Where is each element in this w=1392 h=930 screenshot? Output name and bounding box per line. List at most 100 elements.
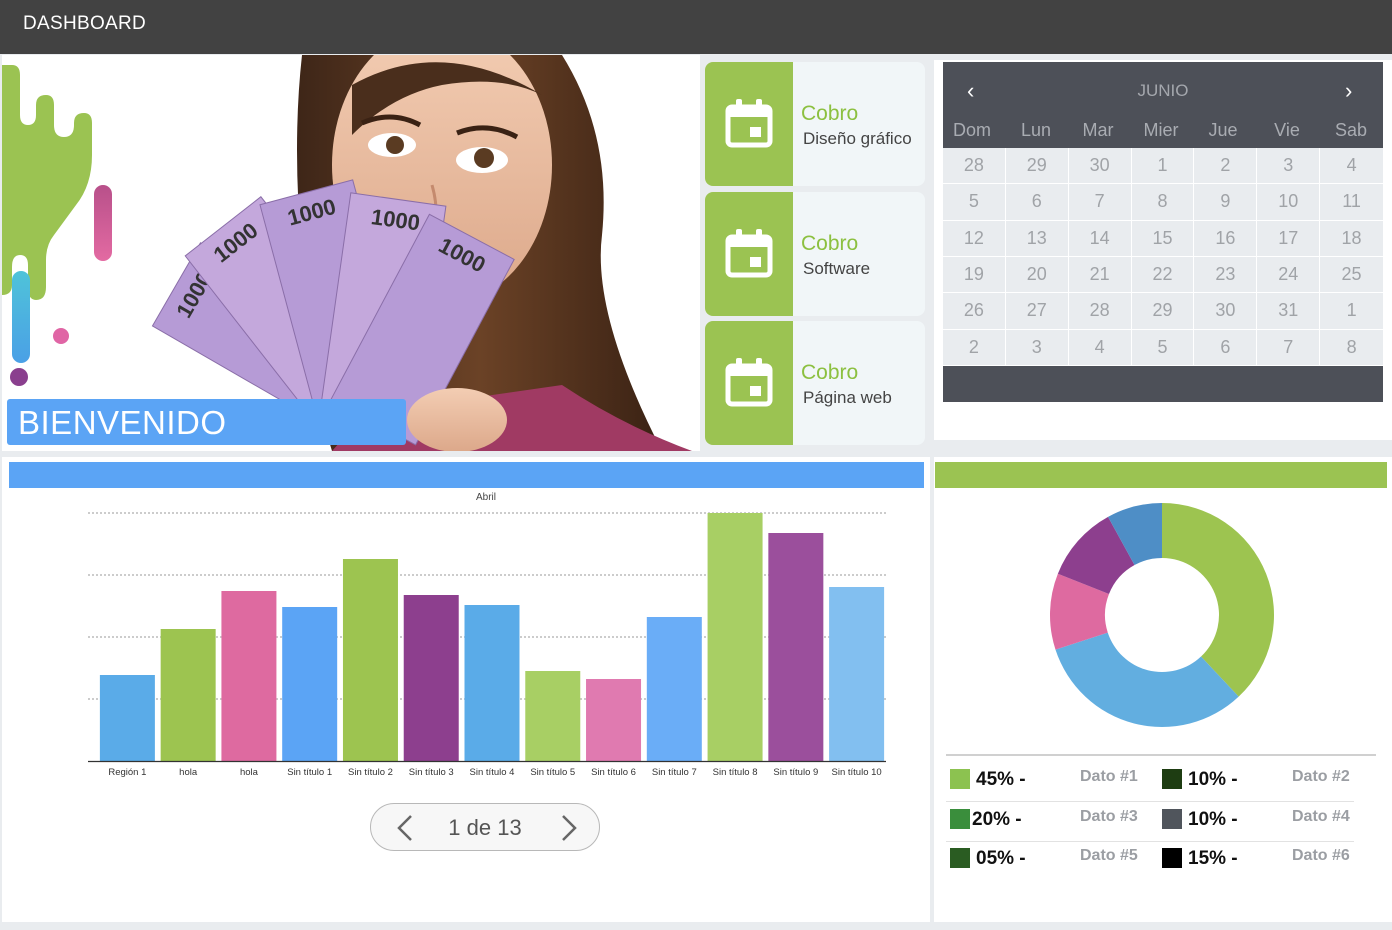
- calendar-day[interactable]: 7: [1257, 329, 1321, 366]
- calendar-day[interactable]: 24: [1257, 256, 1321, 294]
- x-tick-label: Sin título 2: [348, 767, 393, 778]
- bar[interactable]: [221, 591, 277, 761]
- bar[interactable]: [160, 629, 216, 761]
- cobro-subtitle: Página web: [803, 388, 892, 407]
- cobro-card-diseno[interactable]: Cobro Diseño gráfico: [705, 62, 925, 186]
- chart-title: Abril: [476, 492, 496, 503]
- bar[interactable]: [768, 533, 824, 761]
- calendar-day[interactable]: 3: [1257, 148, 1321, 185]
- bar[interactable]: [282, 607, 338, 761]
- calendar-day[interactable]: 1: [1131, 148, 1195, 185]
- bar[interactable]: [99, 675, 155, 761]
- calendar-day[interactable]: 13: [1005, 220, 1069, 257]
- calendar-day[interactable]: 22: [1131, 256, 1195, 294]
- calendar-day[interactable]: 2: [943, 329, 1006, 366]
- calendar-day[interactable]: 21: [1068, 256, 1132, 294]
- decorative-drip-shapes: [2, 65, 112, 386]
- calendar-day[interactable]: 29: [1005, 148, 1069, 185]
- legend-label: Dato #6: [1292, 847, 1350, 864]
- calendar-day[interactable]: 16: [1194, 220, 1258, 257]
- donut-chart: [1050, 503, 1274, 727]
- x-tick-label: hola: [240, 767, 259, 778]
- calendar-day[interactable]: 5: [1131, 329, 1195, 366]
- calendar-day[interactable]: 4: [1068, 329, 1132, 366]
- calendar-day[interactable]: 29: [1131, 293, 1195, 330]
- donut-slice-1[interactable]: [1162, 503, 1274, 697]
- calendar-footer: [943, 366, 1383, 402]
- bar-chart: Abril Región 1 hola hola Sin título 1 Sin tít…: [88, 492, 886, 778]
- calendar-day[interactable]: 27: [1005, 293, 1069, 330]
- calendar-day[interactable]: 11: [1320, 184, 1383, 221]
- calendar-day[interactable]: 25: [1320, 257, 1383, 294]
- cobro-card-software[interactable]: Cobro Software: [705, 192, 925, 316]
- x-tick-label: Región 1: [108, 767, 146, 778]
- calendar-day[interactable]: 23: [1194, 256, 1258, 294]
- legend-swatch: [1162, 848, 1182, 868]
- bar-chart-panel: Abril Región 1 hola hola Sin título 1 Sin tít…: [2, 457, 930, 922]
- x-tick-label: Sin título 7: [652, 767, 697, 778]
- x-tick-label: Sin título 5: [530, 767, 575, 778]
- cobro-title: Cobro: [801, 102, 859, 125]
- calendar-day[interactable]: 3: [1005, 329, 1069, 366]
- calendar-day[interactable]: 7: [1068, 184, 1132, 221]
- legend-divider: [946, 754, 1376, 756]
- calendar-days-grid: 28 29 30 1 2 3 4 5 6 7 8 9 10 11 12 13 14 15 16 17 18 19 20 21 2…: [943, 148, 1383, 366]
- bar[interactable]: [646, 617, 702, 761]
- x-tick-label: Sin título 1: [287, 767, 332, 778]
- calendar-day[interactable]: 14: [1068, 220, 1132, 257]
- cobro-subtitle: Software: [803, 259, 871, 278]
- calendar-day[interactable]: 20: [1005, 256, 1069, 294]
- legend-percent: 10% -: [1188, 809, 1238, 830]
- calendar-day[interactable]: 30: [1068, 148, 1132, 185]
- cobro-card-pagina-web[interactable]: Cobro Página web: [705, 321, 925, 445]
- welcome-banner: BIENVENIDO: [7, 399, 406, 445]
- calendar-day[interactable]: 18: [1320, 221, 1383, 257]
- weekday-label: Jue: [1208, 120, 1238, 140]
- cobro-title: Cobro: [801, 361, 859, 384]
- calendar-day[interactable]: 1: [1320, 293, 1383, 330]
- calendar-day[interactable]: 31: [1257, 293, 1321, 330]
- calendar-day[interactable]: 2: [1194, 148, 1258, 185]
- bar[interactable]: [464, 605, 520, 761]
- weekday-label: Mar: [1082, 120, 1114, 140]
- bar[interactable]: [403, 595, 459, 761]
- calendar-day[interactable]: 6: [1194, 329, 1258, 366]
- calendar-day[interactable]: 4: [1320, 148, 1383, 185]
- legend-swatch: [950, 848, 970, 868]
- calendar-icon: [725, 99, 773, 148]
- calendar-day[interactable]: 10: [1257, 184, 1321, 221]
- calendar-day[interactable]: 6: [1005, 184, 1069, 221]
- chevron-right-icon[interactable]: [557, 813, 581, 843]
- calendar-day[interactable]: 28: [1068, 293, 1132, 330]
- calendar-day[interactable]: 26: [943, 293, 1006, 330]
- donut-chart-panel: 45% - Dato #1 10% - Dato #2 20% - Dato #…: [934, 457, 1392, 922]
- legend-label: Dato #5: [1080, 847, 1138, 864]
- bar[interactable]: [525, 671, 581, 761]
- calendar-day[interactable]: 8: [1131, 184, 1195, 221]
- calendar-icon: [725, 229, 773, 278]
- bar[interactable]: [829, 587, 885, 761]
- bar[interactable]: [586, 679, 642, 761]
- welcome-text: BIENVENIDO: [18, 404, 227, 441]
- calendar-day[interactable]: 17: [1257, 220, 1321, 257]
- x-tick-label: Sin título 6: [591, 767, 636, 778]
- weekday-label: Dom: [952, 120, 991, 140]
- calendar-header: ‹ JUNIO › Dom Lun Mar Mier Jue Vie Sab: [943, 62, 1383, 148]
- calendar-day[interactable]: 8: [1320, 330, 1383, 366]
- calendar-day[interactable]: 12: [943, 220, 1006, 257]
- calendar-day[interactable]: 30: [1194, 293, 1258, 330]
- calendar-day[interactable]: 19: [943, 256, 1006, 294]
- bar[interactable]: [707, 513, 763, 761]
- weekday-label: Vie: [1274, 120, 1300, 140]
- calendar-day[interactable]: 9: [1194, 184, 1258, 221]
- calendar-next-button[interactable]: ›: [1345, 78, 1352, 104]
- hero-banner: 1000 1000 1000 1000 1000 BIENVENIDO: [2, 55, 700, 451]
- calendar-month: JUNIO: [1137, 81, 1189, 100]
- calendar: ‹ JUNIO › Dom Lun Mar Mier Jue Vie Sab 2…: [943, 62, 1383, 402]
- top-bar: DASHBOARD: [0, 0, 1392, 54]
- calendar-day[interactable]: 28: [943, 148, 1006, 185]
- cobro-tile: [705, 321, 793, 445]
- bar[interactable]: [342, 559, 398, 761]
- calendar-day[interactable]: 15: [1131, 220, 1195, 257]
- calendar-day[interactable]: 5: [943, 184, 1006, 221]
